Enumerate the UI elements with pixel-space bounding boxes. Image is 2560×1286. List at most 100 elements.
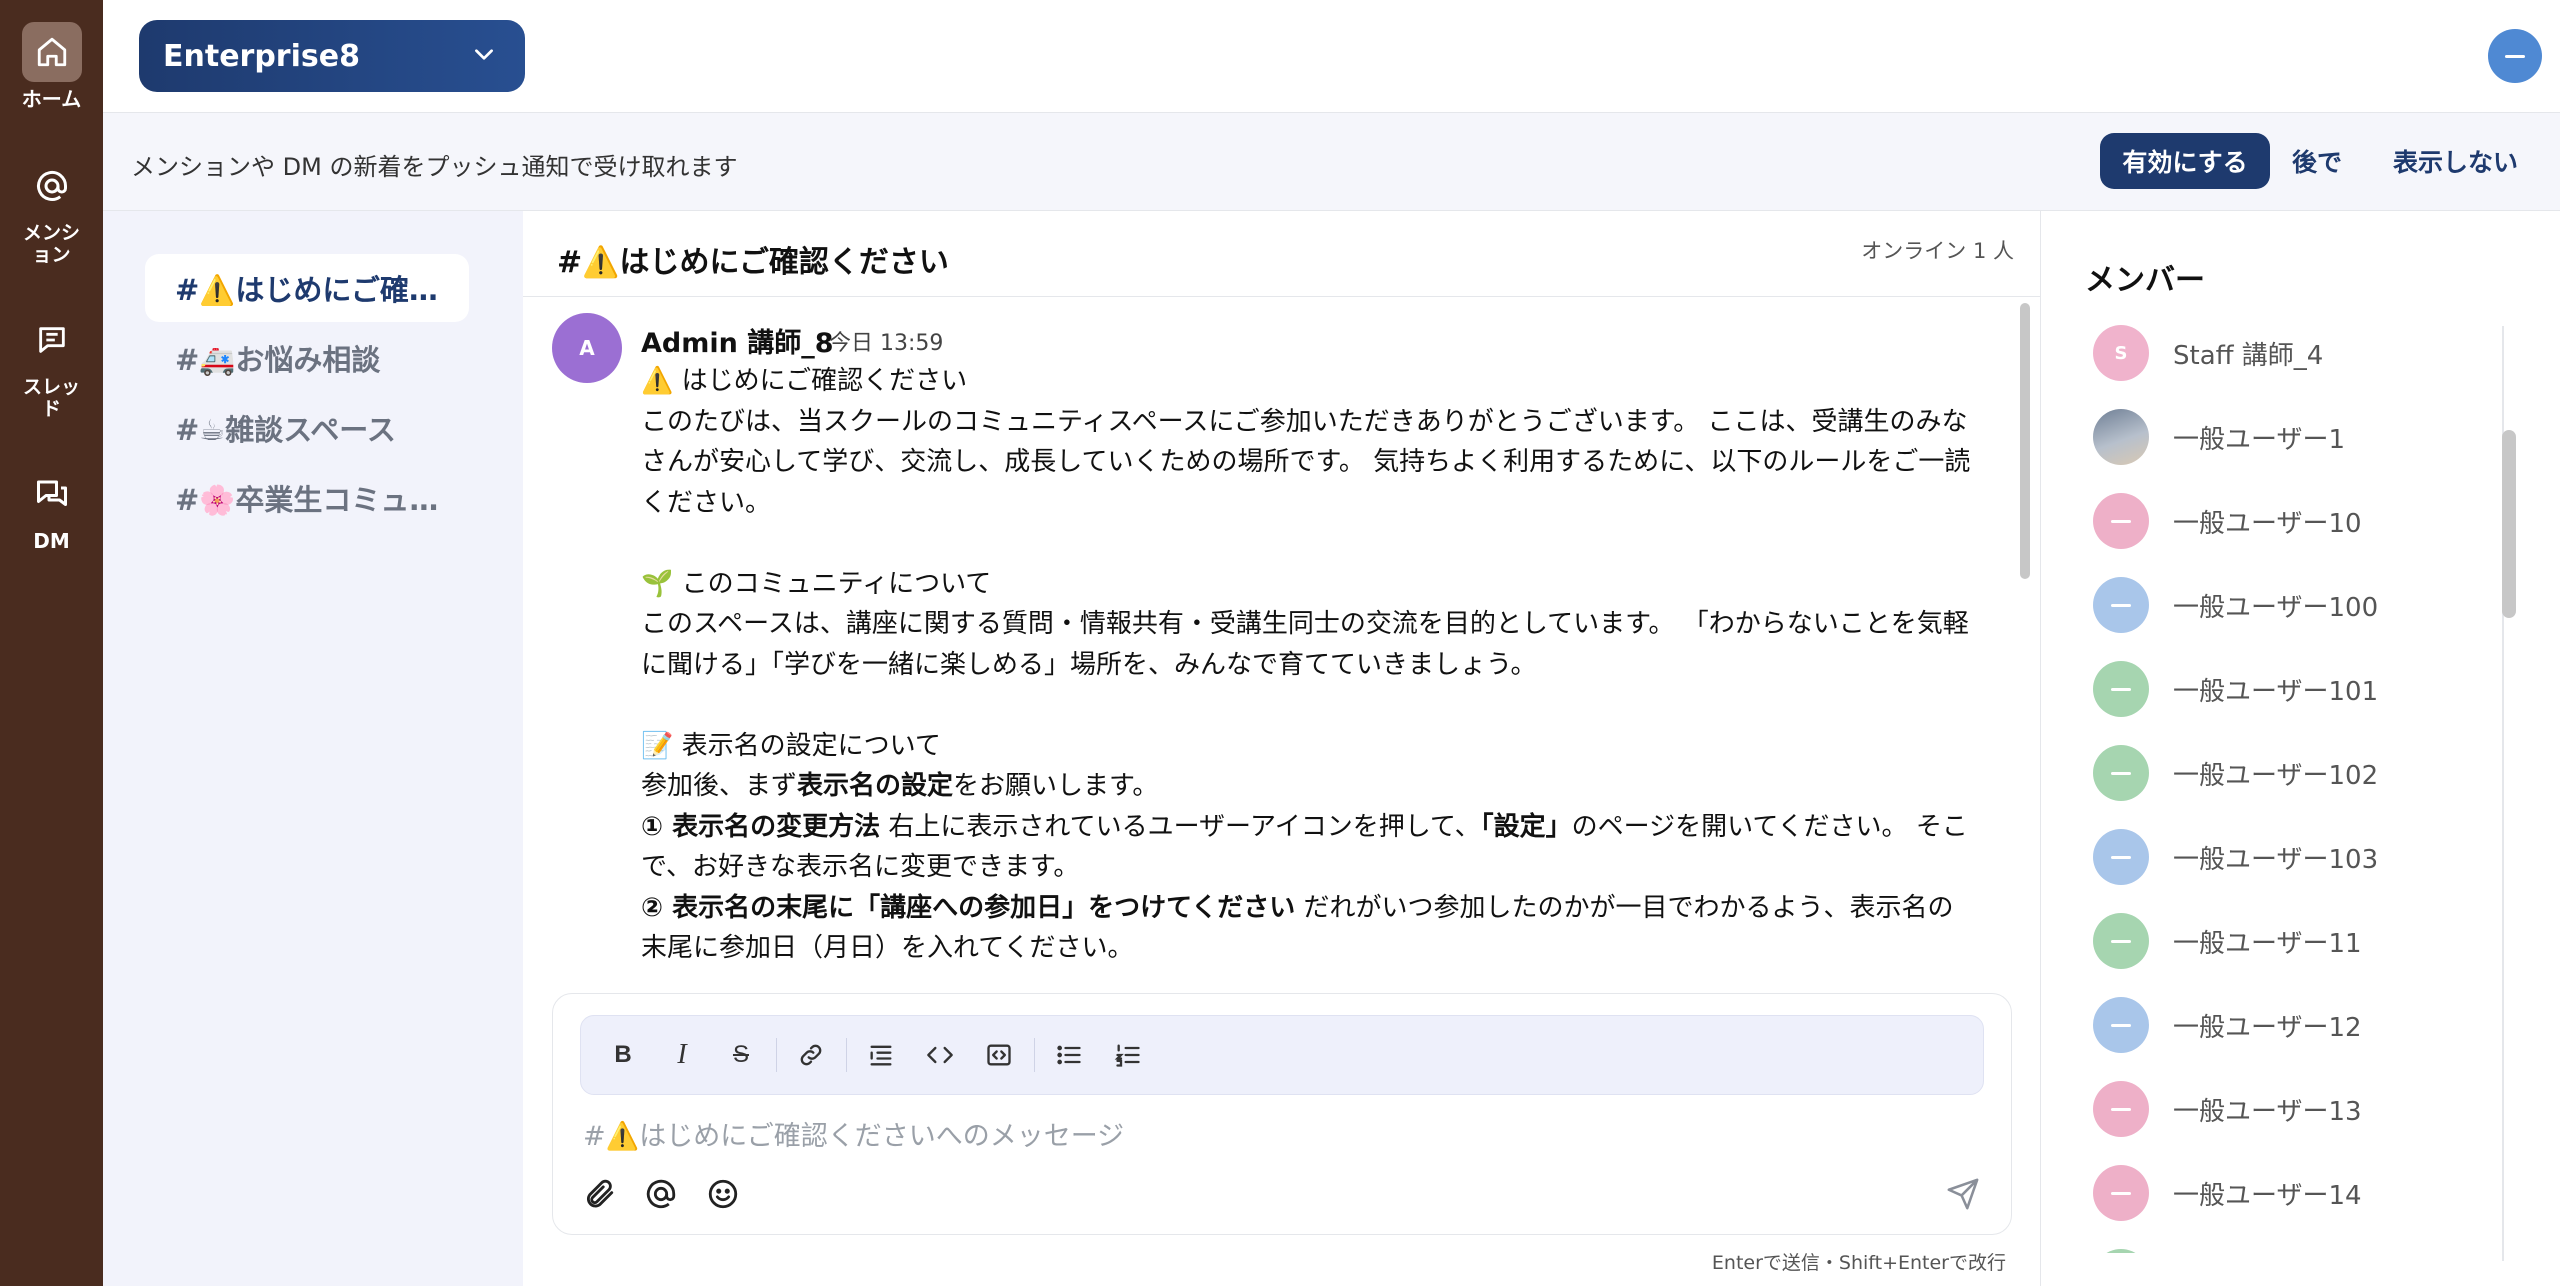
user-avatar[interactable] bbox=[2488, 29, 2542, 83]
member-scroll-thumb[interactable] bbox=[2502, 430, 2516, 618]
message-list[interactable]: A Admin 講師_8 今日 13:59 ⚠️ はじめにご確認ください このた… bbox=[523, 297, 2040, 973]
member-name: 一般ユーザー13 bbox=[2173, 1096, 2362, 1127]
avatar bbox=[2093, 745, 2149, 801]
italic-button[interactable]: I bbox=[658, 1031, 706, 1079]
rail-item-home[interactable]: ホーム bbox=[0, 22, 103, 110]
workspace-name: Enterprise8 bbox=[163, 38, 360, 74]
rail-item-dm[interactable]: DM bbox=[0, 464, 103, 552]
member-name: 一般ユーザー103 bbox=[2173, 844, 2379, 875]
enable-notifications-button[interactable]: 有効にする bbox=[2100, 133, 2270, 189]
emoji-button[interactable] bbox=[701, 1172, 745, 1216]
send-icon bbox=[1947, 1178, 1979, 1210]
inline-code-button[interactable] bbox=[916, 1031, 964, 1079]
member-list[interactable]: S Staff 講師_4 一般ユーザー1 一般ユーザー10 一般ユーザー100 … bbox=[2041, 323, 2541, 1253]
bullet-list-button[interactable] bbox=[1045, 1031, 1093, 1079]
message-scrollbar[interactable] bbox=[2018, 303, 2032, 967]
bold-button[interactable]: B bbox=[599, 1031, 647, 1079]
member-item[interactable]: 一般ユーザー13 bbox=[2093, 1079, 2513, 1139]
channel-item[interactable]: #☕雑談スペース bbox=[145, 394, 469, 462]
members-title: メンバー bbox=[2085, 263, 2205, 298]
numbered-list-button[interactable] bbox=[1104, 1031, 1152, 1079]
message-input[interactable]: #⚠️はじめにご確認くださいへのメッセージ bbox=[583, 1114, 1124, 1153]
member-item[interactable]: 一般ユーザー10 bbox=[2093, 491, 2513, 551]
avatar-photo bbox=[2093, 409, 2149, 465]
scroll-thumb[interactable] bbox=[2020, 303, 2030, 579]
later-button[interactable]: 後で bbox=[2292, 143, 2342, 179]
blockquote-button[interactable] bbox=[857, 1031, 905, 1079]
bullet-list-icon bbox=[1057, 1045, 1081, 1065]
chevron-down-icon bbox=[471, 41, 497, 71]
channel-item[interactable]: #🚑お悩み相談 bbox=[145, 324, 469, 392]
code-block-button[interactable] bbox=[975, 1031, 1023, 1079]
member-item[interactable]: S Staff 講師_4 bbox=[2093, 323, 2513, 383]
message-line: 📝 表示名の設定について bbox=[641, 730, 941, 761]
avatar bbox=[2093, 577, 2149, 633]
rail-label-mention: メンシ ョン bbox=[22, 222, 80, 266]
avatar bbox=[2093, 1249, 2149, 1253]
member-item[interactable]: 一般ユーザー14 bbox=[2093, 1163, 2513, 1223]
message-avatar[interactable]: A bbox=[552, 313, 622, 383]
smiley-icon bbox=[708, 1179, 738, 1209]
message-line: このたびは、当スクールのコミュニティスペースにご参加いただきありがとうございます… bbox=[641, 406, 1968, 437]
online-count: オンライン 1 人 bbox=[1861, 239, 2014, 263]
dont-show-button[interactable]: 表示しない bbox=[2393, 143, 2518, 179]
avatar bbox=[2093, 661, 2149, 717]
message-line: さんが安心して学び、交流し、成長していくための場所です。 気持ちよく利用するため… bbox=[641, 447, 1971, 477]
mention-button[interactable] bbox=[639, 1172, 683, 1216]
rail-item-thread[interactable]: スレッド bbox=[0, 310, 103, 420]
send-button[interactable] bbox=[1941, 1172, 1985, 1216]
dm-icon bbox=[22, 464, 82, 524]
member-item[interactable]: 一般ユーザー102 bbox=[2093, 743, 2513, 803]
push-notification-banner: メンションや DM の新着をプッシュ通知で受け取れます 有効にする 後で 表示し… bbox=[103, 113, 2560, 211]
member-name: 一般ユーザー11 bbox=[2173, 928, 2362, 959]
message-line: ください。 bbox=[641, 487, 772, 518]
message-line: ⚠️ はじめにご確認ください bbox=[641, 366, 968, 396]
member-panel: メンバー S Staff 講師_4 一般ユーザー1 一般ユーザー10 一般ユーザ… bbox=[2040, 211, 2560, 1286]
member-item[interactable]: 一般ユーザー12 bbox=[2093, 995, 2513, 1055]
home-icon bbox=[21, 22, 82, 82]
top-header: Enterprise8 bbox=[103, 0, 2560, 113]
bold-span: ② 表示名の末尾に「講座への参加日」をつけてください bbox=[641, 892, 1296, 923]
member-item[interactable] bbox=[2093, 1247, 2513, 1253]
member-item[interactable]: 一般ユーザー100 bbox=[2093, 575, 2513, 635]
message-line: 🌱 このコミュニティについて bbox=[641, 568, 992, 599]
link-button[interactable] bbox=[787, 1031, 835, 1079]
composer-actions bbox=[577, 1172, 763, 1216]
text-span: だれがいつ参加したのかが一目でわかるよう、表示名の bbox=[1295, 892, 1954, 923]
avatar bbox=[2093, 829, 2149, 885]
text-span: 右上に表示されているユーザーアイコンを押して、 bbox=[880, 811, 1481, 842]
attach-button[interactable] bbox=[577, 1172, 621, 1216]
bold-span: ① 表示名の変更方法 bbox=[641, 811, 881, 842]
strikethrough-button[interactable]: S bbox=[717, 1031, 765, 1079]
message-line: 参加後、まず表示名の設定をお願いします。 bbox=[641, 766, 1981, 807]
member-name: 一般ユーザー14 bbox=[2173, 1180, 2362, 1211]
numbered-list-icon bbox=[1114, 1044, 1140, 1067]
member-item[interactable]: 一般ユーザー103 bbox=[2093, 827, 2513, 887]
channel-item[interactable]: #🌸卒業生コミュ… bbox=[145, 464, 469, 532]
avatar-placeholder-icon bbox=[2505, 54, 2525, 58]
link-icon bbox=[800, 1044, 822, 1066]
member-name: 一般ユーザー10 bbox=[2173, 508, 2362, 539]
workspace-switcher[interactable]: Enterprise8 bbox=[139, 20, 525, 92]
rail-label-thread: スレッド bbox=[22, 376, 80, 420]
blockquote-icon bbox=[870, 1045, 892, 1066]
member-item[interactable]: 一般ユーザー101 bbox=[2093, 659, 2513, 719]
avatar bbox=[2093, 1165, 2149, 1221]
member-item[interactable]: 一般ユーザー11 bbox=[2093, 911, 2513, 971]
rail-item-mention[interactable]: メンシ ョン bbox=[0, 156, 103, 266]
member-name: 一般ユーザー12 bbox=[2173, 1012, 2362, 1043]
strikethrough-icon: S bbox=[732, 1041, 749, 1068]
avatar bbox=[2093, 1081, 2149, 1137]
text-span: のページを開いてください。 そこ bbox=[1571, 811, 1968, 842]
message-timestamp: 今日 13:59 bbox=[829, 331, 944, 356]
rail-label-dm: DM bbox=[33, 529, 70, 553]
member-item[interactable]: 一般ユーザー1 bbox=[2093, 407, 2513, 467]
channel-item[interactable]: #⚠️はじめにご確… bbox=[145, 254, 469, 322]
code-icon bbox=[927, 1046, 953, 1064]
bold-icon: B bbox=[614, 1041, 632, 1068]
italic-icon: I bbox=[677, 1039, 687, 1070]
message-author[interactable]: Admin 講師_8 bbox=[641, 321, 834, 360]
member-name: 一般ユーザー101 bbox=[2173, 676, 2379, 707]
format-toolbar: B I S bbox=[580, 1015, 1984, 1095]
bold-span: 「設定」 bbox=[1480, 811, 1572, 842]
